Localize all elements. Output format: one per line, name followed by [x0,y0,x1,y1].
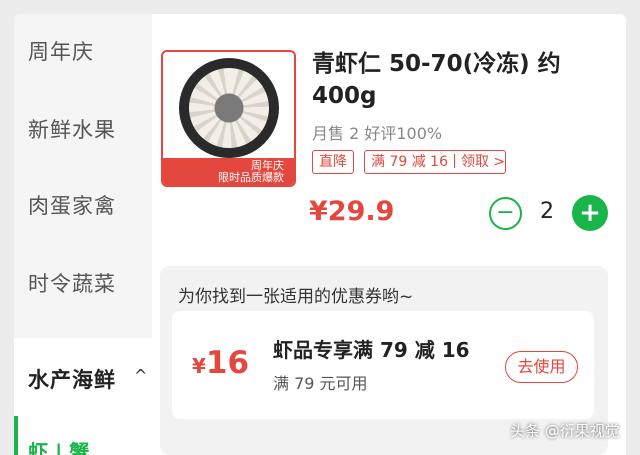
product-price: ¥29.9 [309,196,395,227]
category-sidebar: 周年庆 新鲜水果 肉蛋家禽 时令蔬菜 水产海鲜 ^ 虾 | 蟹 [14,14,165,455]
sidebar-item-seasonal-vegetables[interactable]: 时令蔬菜 [28,268,116,298]
badge-line-2: 限时品质爆款 [218,171,284,184]
coupon-tag[interactable]: 满 79 减 16 领取 > [364,150,507,174]
watermark: 头条 @衍果视觉 [510,422,620,440]
coupon-name: 虾品专享满 79 减 16 [273,338,470,362]
sidebar-active-category[interactable]: 水产海鲜 ^ 虾 | 蟹 [14,338,165,455]
sidebar-item-meat-eggs-poultry[interactable]: 肉蛋家禽 [28,190,116,220]
tag-divider [453,154,455,168]
coupon-tag-label: 满 79 减 16 [371,154,448,170]
quantity-value: 2 [540,199,554,224]
increase-quantity-button[interactable]: + [572,195,608,231]
promo-image-badge: 周年庆 限时品质爆款 [163,158,294,185]
subcategory-indicator [14,416,18,455]
sidebar-item-seafood[interactable]: 水产海鲜 [28,364,116,394]
coupon-amount: ¥16 [192,345,249,381]
sales-info: 月售 2 好评100% [312,124,443,143]
sidebar-item-anniversary[interactable]: 周年庆 [28,36,94,66]
subcategory-shrimp-crab[interactable]: 虾 | 蟹 [28,436,89,455]
coupon-hint: 为你找到一张适用的优惠券哟~ [178,287,414,307]
sidebar-item-fresh-fruit[interactable]: 新鲜水果 [28,114,116,144]
claim-link[interactable]: 领取 > [461,154,505,170]
use-coupon-button[interactable]: 去使用 [505,351,578,383]
shrimp-image [189,68,269,148]
chevron-up-icon[interactable]: ^ [134,366,147,385]
coupon-card[interactable]: ¥16 虾品专享满 79 减 16 满 79 元可用 去使用 [172,311,594,419]
product-title[interactable]: 青虾仁 50-70(冷冻) 约400g [312,48,612,112]
coupon-condition: 满 79 元可用 [273,374,368,393]
price-drop-tag: 直降 [312,150,354,174]
decrease-quantity-button[interactable]: − [489,197,522,230]
coupon-currency: ¥ [192,354,206,378]
product-panel: 周年庆 限时品质爆款 青虾仁 50-70(冷冻) 约400g 月售 2 好评10… [152,14,626,455]
product-image[interactable]: 周年庆 限时品质爆款 [161,50,296,187]
coupon-amount-value: 16 [205,345,250,381]
